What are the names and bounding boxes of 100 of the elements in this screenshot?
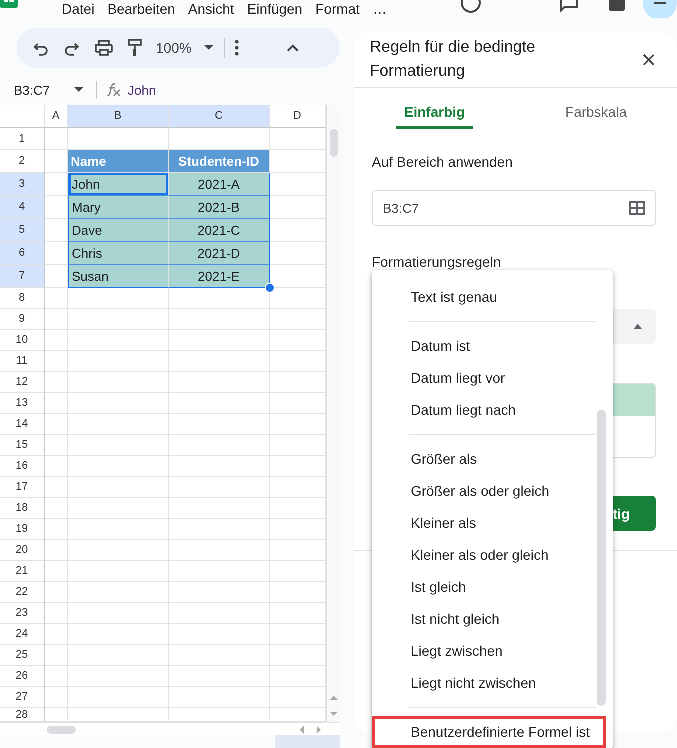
table-cell[interactable] (68, 435, 169, 456)
table-cell[interactable] (68, 477, 169, 498)
row-header[interactable]: 5 (0, 219, 45, 242)
table-cell[interactable] (68, 666, 169, 687)
table-cell[interactable] (45, 540, 68, 561)
table-cell[interactable] (68, 351, 169, 372)
table-cell[interactable]: John (68, 173, 169, 196)
menu-item[interactable]: Text ist genau (372, 281, 613, 313)
menu-item[interactable]: Datum liegt vor (372, 362, 613, 394)
print-icon[interactable] (95, 40, 113, 56)
menu-item[interactable]: Format (316, 1, 360, 17)
table-cell[interactable]: Mary (68, 196, 169, 219)
scroll-right-arrow-icon[interactable] (316, 726, 322, 734)
row-header[interactable]: 9 (0, 309, 45, 330)
caret-down-icon[interactable] (204, 45, 214, 51)
more-vertical-icon[interactable] (234, 40, 239, 56)
caret-down-icon[interactable] (74, 87, 84, 93)
paint-roller-icon[interactable] (128, 39, 142, 57)
table-cell[interactable]: 2021-E (169, 265, 270, 288)
table-cell[interactable] (169, 456, 270, 477)
table-cell[interactable] (45, 414, 68, 435)
table-cell[interactable]: Dave (68, 219, 169, 242)
menu-item[interactable]: Ist gleich (372, 571, 613, 603)
table-cell[interactable] (68, 309, 169, 330)
table-cell[interactable] (169, 645, 270, 666)
grid-select-icon[interactable] (629, 201, 645, 215)
menu-item[interactable]: Ansicht (188, 1, 234, 17)
table-cell[interactable] (68, 624, 169, 645)
table-cell[interactable] (169, 477, 270, 498)
row-header[interactable]: 2 (0, 150, 45, 173)
row-header[interactable]: 19 (0, 519, 45, 540)
row-header[interactable]: 20 (0, 540, 45, 561)
table-cell[interactable] (68, 582, 169, 603)
row-header[interactable]: 18 (0, 498, 45, 519)
formula-value[interactable]: John (128, 82, 156, 98)
table-cell[interactable] (169, 687, 270, 708)
row-header[interactable]: 22 (0, 582, 45, 603)
table-cell[interactable] (45, 393, 68, 414)
scroll-left-arrow-icon[interactable] (299, 726, 305, 734)
table-cell[interactable] (169, 603, 270, 624)
table-cell[interactable]: 2021-B (169, 196, 270, 219)
table-cell[interactable] (68, 561, 169, 582)
table-cell[interactable] (68, 645, 169, 666)
chevron-up-icon[interactable] (286, 44, 299, 52)
table-cell[interactable] (45, 666, 68, 687)
table-cell[interactable] (169, 435, 270, 456)
menu-item[interactable]: Datei (62, 1, 95, 17)
table-cell[interactable]: 2021-A (169, 173, 270, 196)
menu-item[interactable]: Größer als oder gleich (372, 475, 613, 507)
table-cell[interactable] (68, 540, 169, 561)
table-cell[interactable] (45, 456, 68, 477)
table-cell[interactable] (45, 309, 68, 330)
menu-item[interactable]: Einfügen (247, 1, 303, 17)
table-cell[interactable] (45, 288, 68, 309)
table-cell[interactable] (45, 498, 68, 519)
table-cell[interactable] (169, 414, 270, 435)
menu-item[interactable]: Datum liegt nach (372, 394, 613, 426)
table-cell[interactable] (45, 561, 68, 582)
row-header[interactable]: 28 (0, 708, 45, 722)
table-cell[interactable] (68, 603, 169, 624)
row-header[interactable]: 10 (0, 330, 45, 351)
table-cell[interactable]: 2021-D (169, 242, 270, 265)
table-cell[interactable] (68, 498, 169, 519)
menu-item[interactable]: Bearbeiten (108, 1, 176, 17)
column-header[interactable]: C (169, 105, 270, 128)
table-cell[interactable] (45, 435, 68, 456)
menu-item[interactable]: … (372, 1, 387, 17)
table-cell[interactable] (68, 456, 169, 477)
table-cell[interactable] (169, 519, 270, 540)
tab[interactable]: Farbskala (516, 88, 677, 130)
table-cell[interactable]: Chris (68, 242, 169, 265)
tab[interactable]: Einfarbig (354, 88, 516, 130)
table-cell[interactable] (68, 519, 169, 540)
row-header[interactable]: 8 (0, 288, 45, 309)
menu-item[interactable]: Kleiner als (372, 507, 613, 539)
row-header[interactable]: 3 (0, 173, 45, 196)
row-header[interactable]: 14 (0, 414, 45, 435)
scrollbar-thumb[interactable] (597, 410, 606, 706)
row-header[interactable]: 17 (0, 477, 45, 498)
row-header[interactable]: 13 (0, 393, 45, 414)
table-cell[interactable] (68, 414, 169, 435)
table-cell[interactable] (169, 540, 270, 561)
row-header[interactable]: 24 (0, 624, 45, 645)
table-cell[interactable] (45, 582, 68, 603)
table-cell[interactable] (68, 330, 169, 351)
row-header[interactable]: 12 (0, 372, 45, 393)
menu-item[interactable]: Liegt nicht zwischen (372, 667, 613, 699)
row-header[interactable]: 1 (0, 128, 45, 150)
table-cell[interactable] (45, 519, 68, 540)
table-cell[interactable]: Susan (68, 265, 169, 288)
table-cell[interactable] (169, 351, 270, 372)
menu-item[interactable]: Benutzerdefinierte Formel ist (372, 716, 606, 748)
menu-item[interactable]: Kleiner als oder gleich (372, 539, 613, 571)
scrollbar-thumb[interactable] (330, 129, 338, 157)
row-header[interactable]: 21 (0, 561, 45, 582)
table-cell[interactable] (45, 477, 68, 498)
table-cell[interactable] (169, 330, 270, 351)
menu-item[interactable]: Liegt zwischen (372, 635, 613, 667)
table-cell[interactable] (169, 372, 270, 393)
table-cell[interactable] (68, 687, 169, 708)
